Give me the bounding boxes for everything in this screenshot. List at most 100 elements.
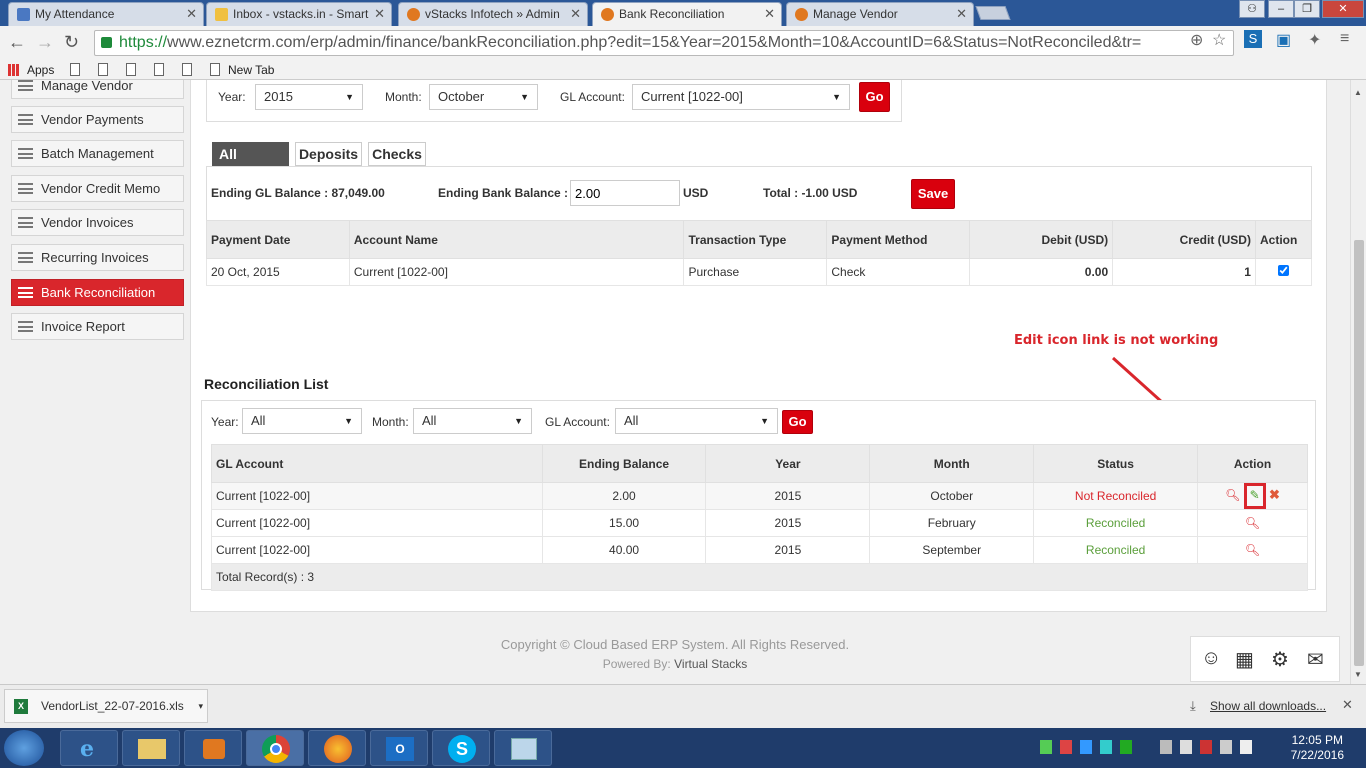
skype-icon[interactable]: S (432, 730, 490, 766)
sidebar-item-vendor-payments[interactable]: Vendor Payments (11, 106, 184, 133)
back-icon[interactable]: ← (8, 32, 26, 53)
page-scrollbar[interactable]: ▲ ▼ (1350, 80, 1366, 684)
view-icon[interactable]: 🔍︎ (1245, 543, 1260, 557)
delete-icon[interactable]: ✖ (1269, 487, 1280, 502)
extension-s-icon[interactable]: S (1244, 30, 1262, 48)
powered-by-link[interactable]: Virtual Stacks (674, 657, 747, 671)
close-icon[interactable]: ✕ (374, 3, 385, 25)
bookmark-star-icon[interactable]: ☆ (1212, 30, 1226, 50)
menu-icon[interactable]: ≡ (1340, 30, 1349, 48)
user-icon[interactable]: ☺ (1201, 647, 1221, 670)
outlook-icon[interactable]: O (370, 730, 428, 766)
tray-icon[interactable] (1120, 740, 1132, 754)
sidebar-item-batch-management[interactable]: Batch Management (11, 140, 184, 167)
restore-button[interactable]: ❐ (1294, 0, 1320, 18)
scroll-up-icon[interactable]: ▲ (1354, 88, 1362, 97)
minimize-button[interactable]: – (1268, 0, 1294, 18)
internet-explorer-icon[interactable]: e (60, 730, 118, 766)
tab-vstacks-admin[interactable]: vStacks Infotech » Admin ✕ (398, 2, 588, 26)
file-explorer-icon[interactable] (122, 730, 180, 766)
scroll-down-icon[interactable]: ▼ (1354, 670, 1362, 679)
forward-icon[interactable]: → (36, 32, 54, 53)
extension-puzzle-icon[interactable]: ✦ (1308, 30, 1321, 50)
year-select[interactable]: 2015 ▼ (255, 84, 363, 110)
show-all-downloads-link[interactable]: Show all downloads... (1210, 699, 1326, 713)
total-label: Total : -1.00 USD (763, 186, 858, 200)
system-tray (1040, 740, 1150, 756)
tab-checks[interactable]: Checks (368, 142, 426, 166)
bookmark-doc-icon[interactable] (182, 63, 192, 76)
close-icon[interactable]: ✕ (764, 3, 775, 25)
chrome-icon[interactable] (246, 730, 304, 766)
sidebar-item-label: Vendor Credit Memo (41, 181, 161, 196)
calendar-icon[interactable]: ▦ (1235, 647, 1254, 672)
rec-month-select[interactable]: All ▼ (413, 408, 532, 434)
tab-bank-reconciliation[interactable]: Bank Reconciliation ✕ (592, 2, 782, 26)
rec-go-button[interactable]: Go (782, 410, 813, 434)
window-close-button[interactable]: ✕ (1322, 0, 1364, 18)
notepad-icon[interactable] (494, 730, 552, 766)
chevron-down-icon[interactable]: ▾ (198, 690, 203, 722)
extension-printer-icon[interactable]: ▣ (1276, 30, 1291, 50)
tray-icon[interactable] (1100, 740, 1112, 754)
close-icon[interactable]: ✕ (956, 3, 967, 25)
main-content: Year: 2015 ▼ Month: October ▼ GL Account: … (190, 80, 1327, 612)
bookmark-doc-icon[interactable] (126, 63, 136, 76)
tab-my-attendance[interactable]: My Attendance ✕ (8, 2, 204, 26)
ending-bank-balance-input[interactable] (570, 180, 680, 206)
meeting-icon[interactable]: ⚙ (1271, 647, 1289, 672)
scrollbar-thumb[interactable] (1354, 240, 1364, 666)
firefox-icon[interactable] (308, 730, 366, 766)
sidebar-item-vendor-invoices[interactable]: Vendor Invoices (11, 209, 184, 236)
close-icon[interactable]: ✕ (186, 3, 197, 25)
sidebar-item-invoice-report[interactable]: Invoice Report (11, 313, 184, 340)
tab-manage-vendor[interactable]: Manage Vendor ✕ (786, 2, 974, 26)
edit-icon[interactable]: ✎ (1243, 483, 1266, 509)
tab-deposits[interactable]: Deposits (295, 142, 362, 166)
download-item[interactable]: X VendorList_22-07-2016.xls ▾ (4, 689, 208, 723)
system-clock[interactable]: 12:05 PM 7/22/2016 (1291, 733, 1344, 763)
view-icon[interactable]: 🔍︎ (1245, 516, 1260, 530)
bookmark-new-tab[interactable]: New Tab (228, 63, 274, 77)
mail-icon[interactable]: ✉ (1307, 647, 1324, 672)
gl-account-select[interactable]: Current [1022-00] ▼ (632, 84, 850, 110)
sidebar-item-bank-reconciliation[interactable]: Bank Reconciliation (11, 279, 184, 306)
month-select[interactable]: October ▼ (429, 84, 538, 110)
tab-all[interactable]: All (212, 142, 289, 166)
credit-amount: 1 (1112, 258, 1256, 286)
user-icon[interactable]: ⚇ (1239, 0, 1265, 18)
rec-gl-account-select[interactable]: All ▼ (615, 408, 778, 434)
battery-icon[interactable] (1220, 740, 1232, 754)
rec-year-select[interactable]: All ▼ (242, 408, 362, 434)
save-button[interactable]: Save (911, 179, 955, 209)
start-button[interactable] (4, 730, 44, 766)
column-header: Payment Date (206, 220, 350, 259)
transactions-table: Payment Date Account Name Transaction Ty… (206, 220, 1313, 286)
network-icon[interactable] (1240, 740, 1252, 754)
sidebar-item-recurring-invoices[interactable]: Recurring Invoices (11, 244, 184, 271)
address-bar[interactable]: https://www.eznetcrm.com/erp/admin/finan… (94, 30, 1234, 56)
zoom-icon[interactable]: ⊕ (1190, 30, 1203, 50)
reconcile-checkbox[interactable] (1277, 265, 1289, 276)
close-icon[interactable]: ✕ (1342, 697, 1353, 713)
tray-icon[interactable] (1180, 740, 1192, 754)
sidebar-item-vendor-credit-memo[interactable]: Vendor Credit Memo (11, 175, 184, 202)
system-tray-right (1160, 740, 1276, 756)
close-icon[interactable]: ✕ (570, 3, 581, 25)
tray-icon[interactable] (1080, 740, 1092, 754)
view-icon[interactable]: 🔍︎ (1225, 488, 1240, 502)
bookmark-doc-icon[interactable] (98, 63, 108, 76)
sidebar-item-manage-vendor[interactable]: Manage Vendor (11, 80, 184, 99)
tab-inbox[interactable]: Inbox - vstacks.in - Smart ✕ (206, 2, 392, 26)
tray-icon[interactable] (1040, 740, 1052, 754)
media-player-icon[interactable] (184, 730, 242, 766)
reload-icon[interactable]: ↻ (64, 32, 79, 53)
bookmark-doc-icon[interactable] (154, 63, 164, 76)
flag-icon[interactable] (1200, 740, 1212, 754)
tray-icon[interactable] (1060, 740, 1072, 754)
new-tab-button[interactable] (975, 6, 1011, 20)
filter-go-button[interactable]: Go (859, 82, 890, 112)
tray-icon[interactable] (1160, 740, 1172, 754)
bookmark-apps[interactable]: Apps (27, 63, 54, 77)
bookmark-doc-icon[interactable] (70, 63, 80, 76)
